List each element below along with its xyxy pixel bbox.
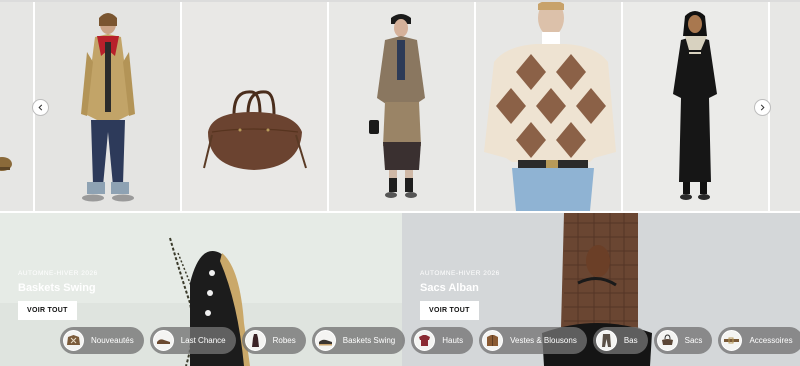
product-card[interactable] <box>329 2 474 211</box>
category-label: Vestes & Blousons <box>510 336 577 345</box>
category-hauts[interactable]: Hauts <box>411 327 474 354</box>
voir-tout-button[interactable]: VOIR TOUT <box>420 301 479 320</box>
category-label: Sacs <box>684 336 703 345</box>
sneaker-thumb-icon <box>314 330 336 351</box>
category-vestes-blousons[interactable]: Vestes & Blousons <box>479 327 587 354</box>
category-label: Robes <box>272 336 296 345</box>
product-card-partial-left[interactable] <box>0 2 33 211</box>
category-label: Nouveautés <box>91 336 134 345</box>
carousel-prev-button[interactable] <box>32 99 49 116</box>
banner-title: Sacs Alban <box>420 282 479 294</box>
category-label: Last Chance <box>180 336 226 345</box>
category-accessoires[interactable]: Accessoires <box>718 327 800 354</box>
category-baskets-swing[interactable]: Baskets Swing <box>311 327 406 354</box>
category-label: Hauts <box>442 336 464 345</box>
shoe-thumb-icon <box>152 330 174 351</box>
jacket-thumb-icon <box>482 330 504 351</box>
bag-thumb-icon <box>656 330 678 351</box>
banner-kicker: AUTOMNE-HIVER 2026 <box>420 270 500 277</box>
black-dress-look-image <box>673 11 717 200</box>
product-card[interactable] <box>476 2 621 211</box>
product-card-partial-right[interactable] <box>770 2 800 211</box>
category-label: Bas <box>623 336 638 345</box>
camel-coat-look-image <box>81 13 135 202</box>
category-bas[interactable]: Bas <box>592 327 648 354</box>
chevron-right-icon <box>760 104 765 111</box>
category-nouveautes[interactable]: Nouveautés <box>60 327 144 354</box>
category-last-chance[interactable]: Last Chance <box>149 327 236 354</box>
tweed-set-look-image <box>369 14 425 198</box>
carousel-next-button[interactable] <box>754 99 771 116</box>
page: AUTOMNE-HIVER 2026 Baskets Swing VOIR TO… <box>0 0 800 366</box>
trousers-thumb-icon <box>595 330 617 351</box>
voir-tout-button[interactable]: VOIR TOUT <box>18 301 77 320</box>
product-card[interactable] <box>182 2 327 211</box>
chevron-left-icon <box>38 104 43 111</box>
category-label: Baskets Swing <box>342 336 396 345</box>
banner-kicker: AUTOMNE-HIVER 2026 <box>18 270 98 277</box>
category-nav: Nouveautés Last Chance Robes Baskets Swi… <box>60 327 800 354</box>
brown-bag-product-image <box>203 90 307 170</box>
top-thumb-icon <box>414 330 436 351</box>
sweater-thumb-icon <box>63 330 84 351</box>
category-label: Accessoires <box>749 336 793 345</box>
category-sacs[interactable]: Sacs <box>653 327 713 354</box>
belt-thumb-icon <box>721 330 743 351</box>
product-card[interactable] <box>35 2 180 211</box>
partial-product-image <box>770 2 800 211</box>
shoe-product-image <box>0 157 12 171</box>
banner-title: Baskets Swing <box>18 282 96 294</box>
product-carousel <box>0 0 800 213</box>
category-robes[interactable]: Robes <box>241 327 306 354</box>
product-card[interactable] <box>623 2 768 211</box>
dress-thumb-icon <box>244 330 266 351</box>
argyle-sweater-look-image <box>484 2 616 211</box>
